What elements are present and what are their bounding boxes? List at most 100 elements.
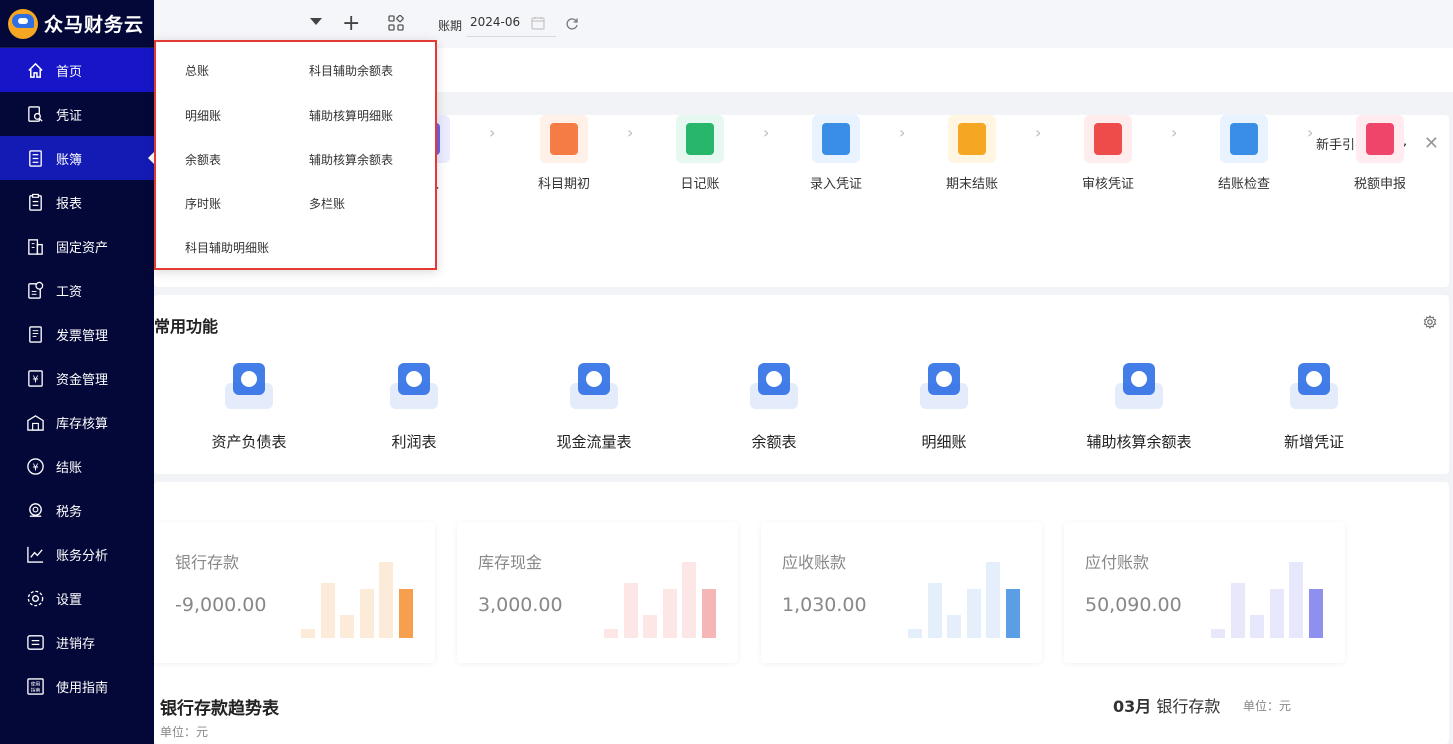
chevron-right-icon: ›	[1171, 123, 1178, 142]
close-icon[interactable]: ✕	[1424, 133, 1439, 154]
common-function-3[interactable]: 余额表	[724, 357, 824, 452]
stat-value: 3,000.00	[478, 594, 563, 616]
stat-card-1[interactable]: 库存现金 3,000.00	[457, 522, 738, 663]
ledger-menu-item[interactable]: 余额表	[185, 151, 221, 168]
ledger-menu-item[interactable]: 多栏账	[309, 195, 345, 212]
subject-opening-icon	[540, 115, 588, 163]
voucher-search-icon	[26, 105, 45, 124]
salary-doc-icon	[26, 281, 45, 300]
guide-step-5[interactable]: 审核凭证	[1068, 115, 1148, 192]
sidebar-item-7[interactable]: ¥ 资金管理	[0, 356, 154, 400]
stat-bar	[986, 562, 1000, 638]
stat-card-3[interactable]: 应付账款 50,090.00	[1064, 522, 1345, 663]
stat-card-0[interactable]: 银行存款 -9,000.00	[154, 522, 435, 663]
guide-step-2[interactable]: 日记账	[660, 115, 740, 192]
ledger-menu-item[interactable]: 明细账	[185, 107, 221, 124]
building-asset-icon	[26, 237, 45, 256]
stat-mini-chart	[604, 562, 719, 638]
common-function-label: 辅助核算余额表	[1086, 433, 1192, 451]
common-function-1[interactable]: 利润表	[354, 357, 474, 452]
guide-step-7[interactable]: 税额申报	[1340, 115, 1420, 192]
stat-bar	[1211, 629, 1225, 638]
sidebar-item-2[interactable]: 账簿	[0, 136, 154, 180]
ledger-menu-item[interactable]: 科目辅助明细账	[185, 239, 269, 256]
stat-bar	[340, 615, 354, 638]
sidebar-item-label: 首页	[56, 64, 83, 80]
report-clipboard-icon	[26, 193, 45, 212]
settings-gear-icon[interactable]	[1423, 315, 1437, 329]
sidebar-item-label: 账簿	[56, 152, 83, 168]
common-function-5[interactable]: 辅助核算余额表	[1064, 357, 1214, 452]
sidebar-item-0[interactable]: 首页	[0, 48, 154, 92]
guide-step-6[interactable]: 结账检查	[1204, 115, 1284, 192]
stat-value: 1,030.00	[782, 594, 867, 616]
common-function-0[interactable]: 资产负债表	[184, 357, 314, 452]
sidebar-item-11[interactable]: 账务分析	[0, 532, 154, 576]
stat-bar	[682, 562, 696, 638]
chevron-down-icon[interactable]	[310, 18, 322, 25]
stat-label: 应付账款	[1085, 553, 1150, 572]
guide-step-4[interactable]: 期末结账	[932, 115, 1012, 192]
common-function-2[interactable]: 现金流量表	[534, 357, 654, 452]
trend-month-label: 03月 银行存款	[1113, 697, 1221, 716]
stat-bar	[398, 589, 413, 638]
stat-value: 50,090.00	[1085, 594, 1182, 616]
ledger-menu-item[interactable]: 序时账	[185, 195, 221, 212]
stat-bar	[1250, 615, 1264, 638]
sidebar-item-10[interactable]: 税务	[0, 488, 154, 532]
sidebar-item-13[interactable]: 进销存	[0, 620, 154, 664]
line-chart-icon	[26, 545, 45, 564]
guide-step-1[interactable]: 科目期初	[524, 115, 604, 192]
ledger-menu-item[interactable]: 辅助核算明细账	[309, 107, 393, 124]
detail-ledger-icon	[914, 357, 974, 417]
guide-step-3[interactable]: 录入凭证	[796, 115, 876, 192]
review-voucher-icon	[1084, 115, 1132, 163]
sidebar-item-1[interactable]: 凭证	[0, 92, 154, 136]
yen-circle-icon: ¥	[26, 457, 45, 476]
ledger-menu-item[interactable]: 总账	[185, 62, 209, 79]
sidebar-item-14[interactable]: 使用 指南 使用指南	[0, 664, 154, 708]
sidebar-item-8[interactable]: 库存核算	[0, 400, 154, 444]
sidebar-item-4[interactable]: 固定资产	[0, 224, 154, 268]
sidebar-item-3[interactable]: 报表	[0, 180, 154, 224]
stat-label: 应收账款	[782, 553, 847, 572]
stat-mini-chart	[301, 562, 416, 638]
stat-bar	[301, 629, 315, 638]
calendar-icon[interactable]	[531, 16, 545, 30]
guide-icon: 使用 指南	[26, 677, 45, 696]
sidebar-item-label: 结账	[56, 460, 83, 476]
sidebar-item-9[interactable]: ¥ 结账	[0, 444, 154, 488]
guide-step-label: 科目期初	[537, 177, 590, 192]
logo-icon	[8, 8, 38, 39]
common-function-4[interactable]: 明细账	[894, 357, 994, 452]
chevron-right-icon: ›	[1035, 123, 1042, 142]
guide-step-label: 结账检查	[1217, 177, 1270, 192]
stat-bar	[379, 562, 393, 638]
ledger-menu-item[interactable]: 辅助核算余额表	[309, 151, 393, 168]
ledger-dropdown-menu: 总账明细账余额表序时账科目辅助明细账 科目辅助余额表 辅助核算明细账 辅助核算余额表多…	[154, 40, 437, 270]
sidebar-item-12[interactable]: 设置	[0, 576, 154, 620]
sidebar-item-label: 发票管理	[56, 328, 109, 344]
stat-card-2[interactable]: 应收账款 1,030.00	[761, 522, 1042, 663]
stat-bar	[927, 583, 942, 638]
new-voucher-icon	[1284, 357, 1344, 417]
sidebar-item-5[interactable]: 工资	[0, 268, 154, 312]
chevron-right-icon: ›	[763, 123, 770, 142]
stat-bar	[947, 615, 961, 638]
apps-grid-icon[interactable]	[388, 15, 404, 31]
sidebar-item-6[interactable]: 发票管理	[0, 312, 154, 356]
stat-mini-chart	[908, 562, 1023, 638]
common-function-label: 余额表	[751, 433, 797, 451]
refresh-icon[interactable]	[565, 17, 579, 31]
sidebar-item-label: 固定资产	[56, 240, 109, 256]
sidebar-item-label: 税务	[56, 504, 83, 520]
common-function-6[interactable]: 新增凭证	[1264, 357, 1364, 452]
warehouse-icon	[26, 413, 45, 432]
add-icon[interactable]: +	[342, 11, 360, 36]
common-function-label: 现金流量表	[556, 433, 632, 451]
ledger-menu-item[interactable]: 科目辅助余额表	[309, 62, 393, 79]
sidebar-item-label: 设置	[56, 592, 83, 608]
stat-bar	[908, 629, 922, 638]
app-logo[interactable]: 众马财务云	[0, 0, 154, 48]
stat-bar	[1308, 589, 1323, 638]
